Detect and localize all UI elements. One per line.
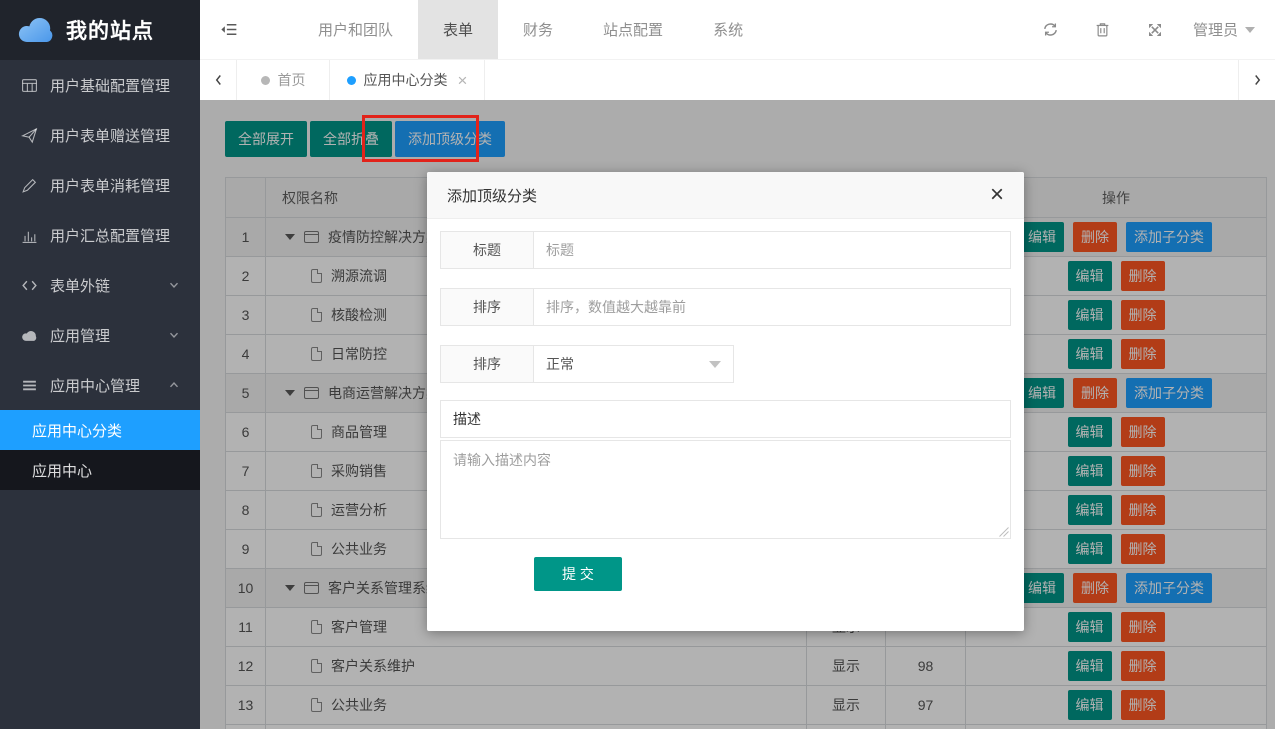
description-label: 描述 — [440, 400, 1011, 438]
sidebar-item-2[interactable]: 用户表单赠送管理 — [0, 110, 200, 160]
grid-icon — [20, 76, 38, 94]
tab-label: 首页 — [278, 70, 306, 90]
app-root: 我的站点 用户和团队表单财务站点配置系统 — [0, 0, 1275, 729]
description-textarea[interactable] — [440, 440, 1011, 539]
sidebar-item-7[interactable]: 应用中心管理 — [0, 360, 200, 410]
user-name: 管理员 — [1193, 19, 1238, 40]
navbar-menu: 用户和团队表单财务站点配置系统 — [293, 0, 768, 59]
modal-header: 添加顶级分类 × — [427, 172, 1024, 219]
tab-close-icon[interactable]: × — [458, 72, 468, 89]
tab-1[interactable]: 首页 — [237, 60, 330, 100]
brand-name: 我的站点 — [66, 15, 154, 45]
tabs-scroll-right-icon[interactable] — [1238, 60, 1275, 100]
sidebar-item-label: 表单外链 — [50, 275, 110, 296]
chevron-down-icon — [168, 279, 180, 291]
annotation-highlight-box — [362, 115, 479, 162]
description-area — [440, 440, 1011, 539]
tab-bar: 首页 应用中心分类 × — [200, 60, 1275, 100]
refresh-icon[interactable] — [1025, 21, 1077, 38]
modal-body: 标题 排序 排序 正常 — [427, 219, 1024, 591]
sidebar-submenu: 应用中心分类应用中心 — [0, 410, 200, 490]
tab-label: 应用中心分类 — [364, 70, 448, 90]
sidebar-item-label: 用户表单消耗管理 — [50, 175, 170, 196]
content-area: 全部展开 全部折叠 添加顶级分类 权限名称 操作 1疫情防控解决方案编辑删除添加… — [200, 100, 1275, 729]
close-icon[interactable]: × — [990, 183, 1004, 207]
modal-title: 添加顶级分类 — [447, 185, 537, 206]
sort-label: 排序 — [440, 288, 534, 326]
sidebar-item-label: 应用中心管理 — [50, 375, 140, 396]
brand-logo: 我的站点 — [0, 0, 200, 60]
title-label: 标题 — [440, 231, 534, 269]
sidebar-item-4[interactable]: 用户汇总配置管理 — [0, 210, 200, 260]
nav-item-3[interactable]: 财务 — [498, 0, 578, 59]
select-caret-icon — [709, 361, 721, 368]
top-navbar: 我的站点 用户和团队表单财务站点配置系统 — [0, 0, 1275, 60]
main-area: 首页应用中心分类× 全部展开 全部折叠 添加顶级分类 权限名称 — [200, 60, 1275, 729]
sidebar-item-6[interactable]: 应用管理 — [0, 310, 200, 360]
sidebar: 用户基础配置管理用户表单赠送管理用户表单消耗管理用户汇总配置管理表单外链应用管理… — [0, 60, 200, 729]
sidebar-item-label: 应用管理 — [50, 325, 110, 346]
title-input[interactable] — [534, 231, 1011, 269]
navbar: 用户和团队表单财务站点配置系统 — [200, 0, 1275, 60]
nav-item-2[interactable]: 表单 — [418, 0, 498, 59]
tabs-strip: 首页 应用中心分类 × — [237, 60, 485, 100]
chart-icon — [20, 226, 38, 244]
sidebar-collapse-icon[interactable] — [200, 0, 258, 59]
status-label: 排序 — [440, 345, 534, 383]
sidebar-item-label: 用户基础配置管理 — [50, 75, 170, 96]
sidebar-item-3[interactable]: 用户表单消耗管理 — [0, 160, 200, 210]
form-row-status: 排序 正常 — [440, 345, 1011, 383]
nav-item-5[interactable]: 系统 — [688, 0, 768, 59]
navbar-actions: 管理员 — [1025, 0, 1275, 59]
sidebar-item-1[interactable]: 用户基础配置管理 — [0, 60, 200, 110]
chevron-up-icon — [168, 379, 180, 391]
cloud-icon — [20, 326, 38, 344]
chevron-down-icon — [168, 329, 180, 341]
chevron-down-icon — [1245, 27, 1255, 33]
pen-icon — [20, 176, 38, 194]
sidebar-item-label: 用户汇总配置管理 — [50, 225, 170, 246]
nav-item-1[interactable]: 用户和团队 — [293, 0, 418, 59]
user-menu[interactable]: 管理员 — [1181, 19, 1255, 40]
nav-item-4[interactable]: 站点配置 — [578, 0, 688, 59]
sidebar-subitem-1[interactable]: 应用中心分类 — [0, 410, 200, 450]
add-category-modal: 添加顶级分类 × 标题 排序 排序 — [427, 172, 1024, 631]
sort-input[interactable] — [534, 288, 1011, 326]
form-row-title: 标题 — [440, 231, 1011, 269]
tabs-scroll-left-icon[interactable] — [200, 60, 237, 100]
submit-button[interactable]: 提 交 — [534, 557, 622, 591]
form-row-sort: 排序 — [440, 288, 1011, 326]
status-select-value: 正常 — [546, 354, 574, 374]
sidebar-item-label: 用户表单赠送管理 — [50, 125, 170, 146]
sidebar-subitem-2[interactable]: 应用中心 — [0, 450, 200, 490]
status-select[interactable]: 正常 — [534, 345, 734, 383]
send-icon — [20, 126, 38, 144]
cloud-logo-icon — [17, 16, 55, 44]
code-icon — [20, 276, 38, 294]
tab-dot-icon — [347, 76, 356, 85]
fullscreen-icon[interactable] — [1129, 22, 1181, 38]
menu-icon — [20, 376, 38, 394]
trash-icon[interactable] — [1077, 21, 1129, 38]
sidebar-item-5[interactable]: 表单外链 — [0, 260, 200, 310]
tab-dot-icon — [261, 76, 270, 85]
tab-2[interactable]: 应用中心分类 × — [330, 60, 485, 100]
